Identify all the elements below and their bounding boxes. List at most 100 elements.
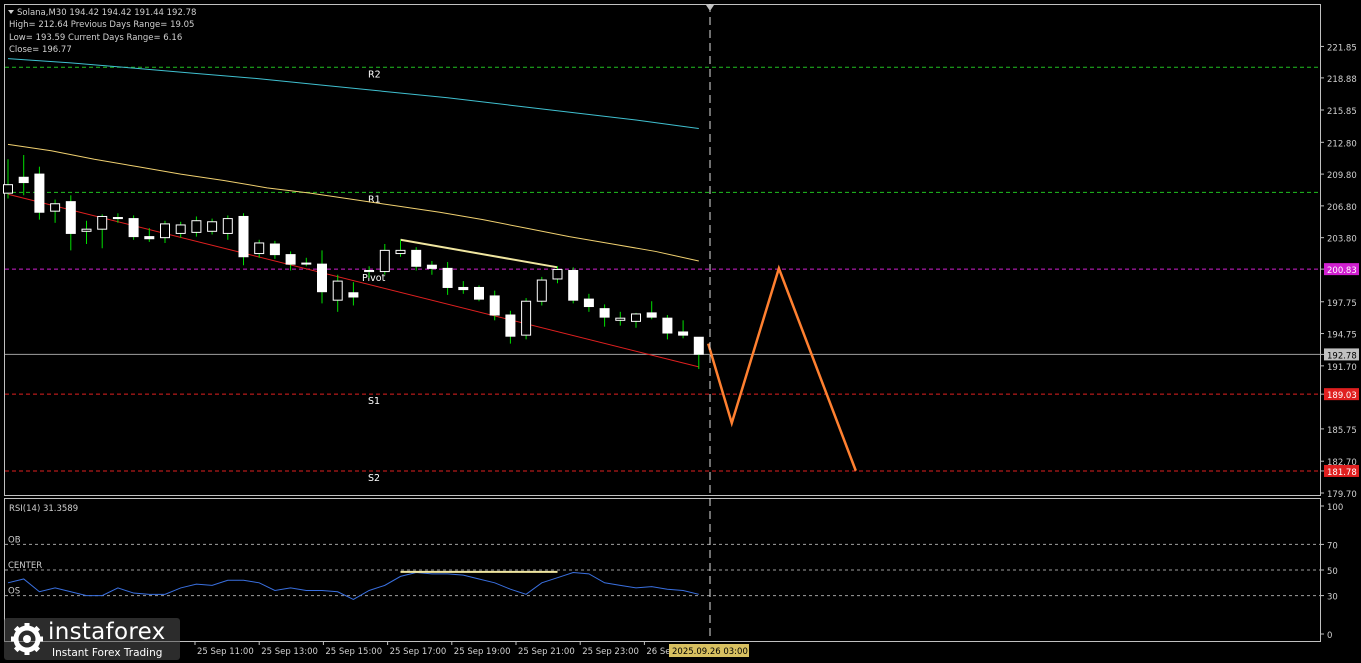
candle-bull (301, 262, 312, 265)
level-label-r2: R2 (368, 69, 381, 80)
candle-bull (364, 270, 375, 273)
rsi-tick-label: 0 (1327, 631, 1332, 641)
rsi-level-label-os: OS (8, 587, 20, 597)
price-tick-label: 179.70 (1327, 490, 1357, 500)
candle-bear (693, 336, 704, 355)
price-tick-label: 185.75 (1327, 426, 1357, 436)
forecast-line (707, 264, 857, 472)
pivot-levels: R2R1PivotS1S2 (5, 66, 1320, 484)
instaforex-logo-icon (11, 623, 43, 655)
price-tick-label: 197.75 (1327, 299, 1357, 309)
watermark-tagline: Instant Forex Trading (52, 647, 163, 659)
time-tick-label: 25 Sep 15:00 (325, 647, 382, 657)
price-badge-label: 181.78 (1327, 468, 1357, 478)
candle-bear (112, 217, 123, 220)
candle-bull (521, 300, 532, 336)
price-tick-label: 206.80 (1327, 203, 1357, 213)
candle-bull (379, 249, 390, 273)
rsi-label: RSI(14) 31.3589 (9, 504, 78, 514)
rsi-indicator: 100 70 50 30 0 OB CENTER OS (5, 503, 1343, 641)
support-trendline (7, 193, 699, 368)
price-badge-label: 200.83 (1327, 266, 1357, 276)
time-axis: 25 Sep 11:00 25 Sep 13:00 25 Sep 15:00 25 S… (194, 641, 671, 657)
price-tick-label: 221.85 (1327, 43, 1357, 53)
candle-bull (207, 221, 218, 232)
candlesticks (3, 155, 704, 370)
level-label-s2: S2 (368, 473, 380, 484)
ma-fast-line (7, 143, 699, 262)
candle-bear (678, 331, 689, 336)
candle-bear (34, 173, 45, 213)
candle-bear (458, 286, 469, 291)
forecast-path (707, 264, 857, 472)
candle-bull (631, 313, 641, 322)
candle-bull (50, 203, 61, 212)
candle-bear (128, 218, 139, 238)
ma-slow-line (7, 58, 699, 130)
current-price-label: 192.78 (1327, 351, 1357, 361)
rsi-tick-label: 50 (1327, 567, 1338, 577)
divergence-line-price (400, 238, 558, 269)
candle-bear (583, 298, 594, 308)
rsi-tick-label: 100 (1327, 503, 1343, 513)
level-label-s1: S1 (368, 396, 380, 407)
price-tick-label: 194.75 (1327, 331, 1357, 341)
header-high: High= 212.64 Previous Days Range= 19.05 (9, 20, 194, 30)
candle-bear (662, 317, 673, 334)
candle-bear (65, 201, 76, 234)
price-tick-label: 209.80 (1327, 171, 1357, 181)
price-tick-label: 218.88 (1327, 75, 1357, 85)
time-tick-label: 25 Sep 17:00 (390, 647, 447, 657)
rsi-level-label-center: CENTER (8, 561, 42, 571)
header-close: Close= 196.77 (9, 45, 72, 55)
price-tick-label: 212.80 (1327, 139, 1357, 149)
candle-bear (144, 236, 155, 240)
watermark: instaforex Instant Forex Trading (4, 618, 180, 660)
time-marker-arrow-icon (706, 5, 714, 11)
time-tick-label: 26 Se (646, 647, 670, 657)
rsi-level-label-ob: OB (8, 535, 21, 545)
time-tick-label: 25 Sep 23:00 (582, 647, 639, 657)
candle-bear (489, 295, 500, 316)
candle-bull (81, 228, 92, 232)
candle-bull (222, 218, 233, 234)
candle-bear (18, 176, 29, 184)
candle-bear (426, 264, 437, 269)
moving-averages (7, 58, 699, 262)
candle-bear (599, 308, 610, 318)
rsi-tick-label: 30 (1327, 593, 1338, 603)
header-symbol: Solana,M30 194.42 194.42 191.44 192.78 (17, 8, 196, 18)
time-tick-label: 25 Sep 21:00 (518, 647, 575, 657)
rsi-tick-label: 70 (1327, 541, 1338, 551)
time-tick-label: 25 Sep 13:00 (261, 647, 318, 657)
candle-bear (474, 286, 484, 300)
menu-arrow-icon[interactable] (8, 10, 14, 14)
candle-bear (269, 243, 280, 256)
price-tick-label: 191.70 (1327, 363, 1357, 373)
candle-bull (536, 279, 547, 302)
candle-bear (411, 249, 422, 267)
header-low: Low= 193.59 Current Days Range= 6.16 (9, 33, 182, 43)
candle-bear (285, 254, 296, 265)
watermark-brand: instaforex (48, 619, 166, 645)
price-pane-frame (4, 4, 1321, 496)
candle-bull (175, 224, 186, 234)
candle-bull (160, 223, 170, 239)
candle-bull (395, 249, 406, 255)
candle-bear (348, 292, 359, 298)
candle-bull (191, 220, 202, 233)
candle-bull (3, 184, 13, 194)
candle-bear (505, 314, 516, 337)
time-tick-label: 25 Sep 11:00 (197, 647, 254, 657)
trading-chart[interactable]: Solana,M30 194.42 194.42 191.44 192.78 H… (0, 0, 1361, 663)
candle-bull (254, 242, 265, 255)
time-marker-label: 2025.09.26 03:00 (672, 647, 748, 657)
level-label-pivot: Pivot (362, 273, 386, 284)
time-tick-label: 25 Sep 19:00 (454, 647, 511, 657)
candle-bear (568, 270, 579, 301)
candle-bull (332, 280, 343, 301)
price-axis: 221.85 218.88 215.85 212.80 209.80 206.80 203.… (1320, 43, 1359, 500)
candle-bull (615, 317, 626, 321)
candle-bear (238, 215, 249, 258)
candle-bull (552, 268, 563, 280)
